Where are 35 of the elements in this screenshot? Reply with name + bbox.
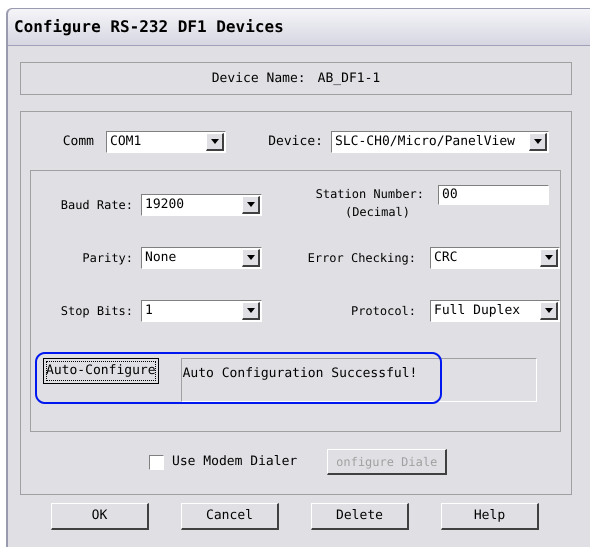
- dialog-button[interactable]: Cancel: [181, 503, 279, 530]
- field-label: Error Checking:: [308, 250, 416, 267]
- dialog-button[interactable]: Delete: [311, 503, 409, 530]
- dropdown[interactable]: None: [141, 247, 262, 269]
- dropdown-arrow-icon: [544, 255, 552, 260]
- dropdown-arrow-icon: [246, 255, 254, 260]
- checkbox-label: Use Modem Dialer: [172, 453, 298, 472]
- field-label: Stop Bits:: [60, 303, 133, 320]
- status-message: Auto Configuration Successful!: [182, 366, 418, 381]
- checkbox[interactable]: [149, 454, 164, 470]
- dropdown-arrow-icon: [544, 308, 552, 313]
- dropdown[interactable]: Full Duplex: [430, 300, 560, 322]
- device-label: Device:: [267, 133, 324, 152]
- dropdown-arrow-icon: [534, 139, 542, 144]
- device-name-value: AB_DF1-1: [318, 70, 380, 88]
- dialog-button[interactable]: OK: [51, 503, 149, 530]
- dropdown-arrow-icon: [246, 308, 254, 313]
- dropdown[interactable]: COM1: [106, 131, 226, 153]
- comm-label: Comm: [62, 133, 95, 152]
- field-label: Baud Rate:: [60, 197, 133, 214]
- field-label: Station Number:: [316, 186, 424, 203]
- field-label: (Decimal): [344, 204, 411, 221]
- input-field[interactable]: 00: [438, 185, 549, 205]
- dropdown-arrow-icon: [246, 202, 254, 207]
- auto-configure-button[interactable]: Auto-Configure: [43, 358, 159, 384]
- window-title: Configure RS-232 DF1 Devices: [14, 16, 284, 38]
- dropdown[interactable]: CRC: [430, 247, 560, 269]
- dialog-button[interactable]: Help: [441, 503, 539, 530]
- dropdown-arrow-icon: [210, 139, 218, 144]
- dropdown[interactable]: 1: [141, 300, 262, 322]
- field-label: Protocol:: [350, 303, 416, 320]
- dropdown[interactable]: 19200: [141, 194, 262, 216]
- field-label: Parity:: [82, 250, 133, 267]
- dropdown[interactable]: SLC-CH0/Micro/PanelView: [331, 131, 549, 153]
- device-name-label: Device Name:: [212, 70, 306, 88]
